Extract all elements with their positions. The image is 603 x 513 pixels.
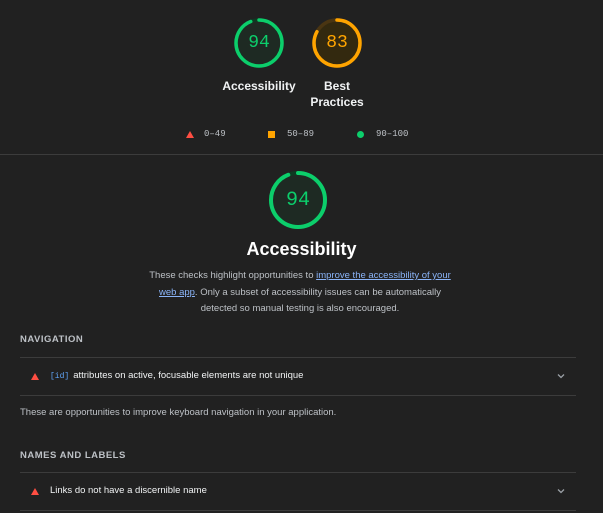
legend-fail-label: 0–49 — [204, 129, 226, 139]
legend-pass-label: 90–100 — [376, 129, 409, 139]
chevron-down-icon[interactable] — [556, 371, 566, 381]
best-practices-score: 83 — [326, 33, 348, 53]
group-title-navigation: NAVIGATION — [20, 334, 84, 345]
audit-title: [id] attributes on active, focusable elem… — [50, 370, 303, 381]
audit-text: attributes on active, focusable elements… — [73, 370, 304, 381]
fail-triangle-icon — [31, 373, 39, 380]
best-practices-gauge[interactable]: 83 — [311, 17, 363, 69]
triangle-icon — [186, 130, 194, 138]
fail-triangle-icon — [31, 488, 39, 495]
chevron-down-icon[interactable] — [556, 486, 566, 496]
audit-title: Links do not have a discernible name — [50, 485, 207, 496]
score-legend: 0–49 50–89 90–100 — [0, 129, 603, 143]
best-practices-label[interactable]: Best Practices — [302, 78, 372, 110]
legend-fail: 0–49 — [186, 129, 226, 139]
audit-link-name[interactable]: Links do not have a discernible name — [20, 472, 576, 511]
description-text: These checks highlight opportunities to — [149, 270, 317, 281]
category-description: These checks highlight opportunities to … — [140, 268, 460, 318]
circle-icon — [357, 130, 364, 138]
group-description-navigation: These are opportunities to improve keybo… — [20, 407, 337, 418]
category-gauge: 94 — [268, 170, 328, 230]
audit-duplicate-id-active[interactable]: [id] attributes on active, focusable elem… — [20, 357, 576, 396]
legend-pass: 90–100 — [357, 129, 408, 139]
legend-average-label: 50–89 — [287, 129, 315, 139]
section-divider — [0, 154, 603, 155]
square-icon — [268, 130, 275, 138]
accessibility-label[interactable]: Accessibility — [214, 78, 304, 94]
legend-average: 50–89 — [268, 129, 314, 139]
audit-text: Links do not have a discernible name — [50, 485, 207, 496]
accessibility-gauge[interactable]: 94 — [233, 17, 285, 69]
category-title: Accessibility — [246, 239, 357, 259]
category-score: 94 — [285, 188, 310, 212]
description-text: . Only a subset of accessibility issues … — [194, 286, 441, 315]
audit-code: [id] — [50, 372, 70, 381]
accessibility-score: 94 — [248, 33, 270, 53]
group-title-names-and-labels: NAMES AND LABELS — [20, 450, 126, 461]
